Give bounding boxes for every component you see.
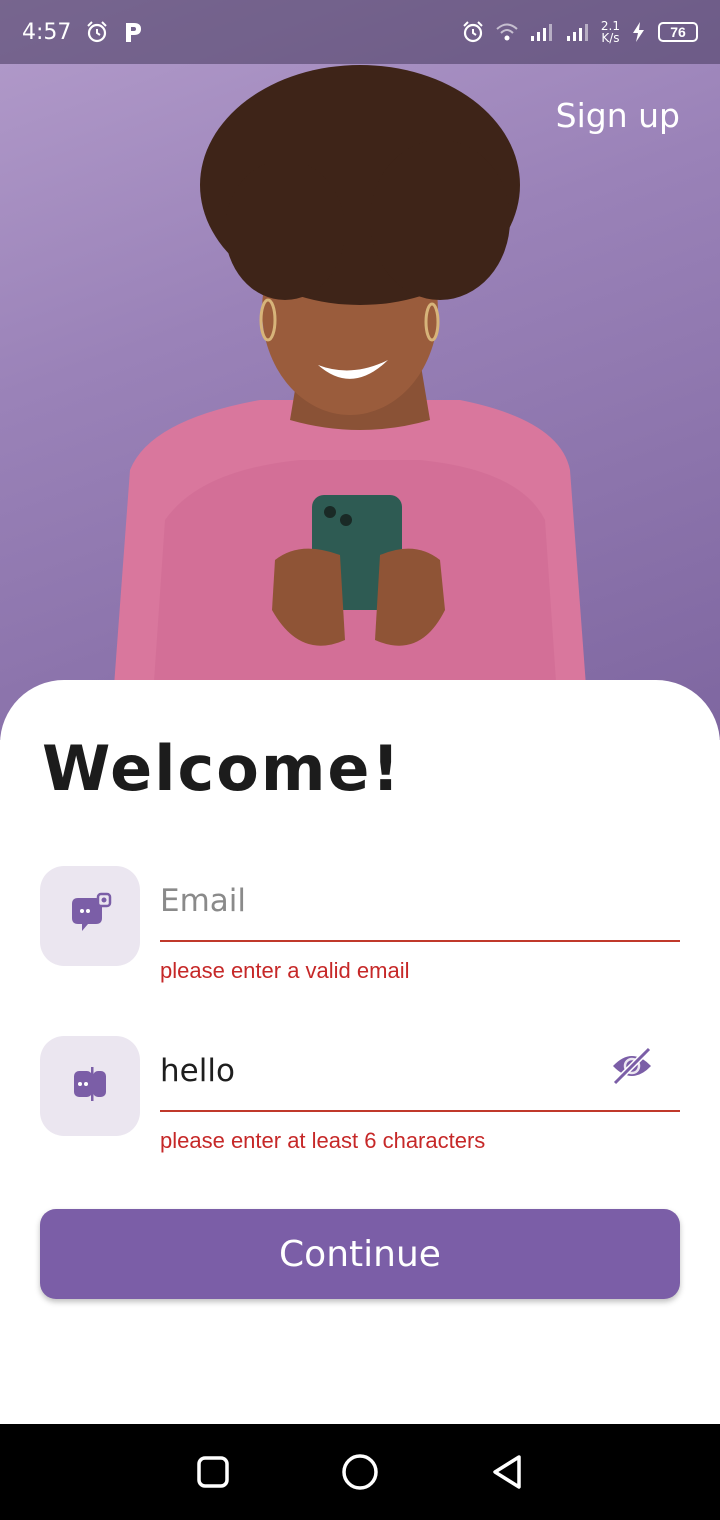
parking-app-icon	[123, 21, 143, 43]
wifi-icon	[495, 22, 519, 42]
signal-icon	[529, 22, 555, 42]
recent-apps-button[interactable]	[196, 1455, 230, 1489]
square-icon	[196, 1456, 229, 1488]
alarm-icon	[461, 20, 485, 44]
email-error: please enter a valid email	[160, 958, 410, 983]
continue-button[interactable]: Continue	[40, 1209, 680, 1299]
alarm-icon	[85, 20, 109, 44]
email-icon-tile	[40, 866, 140, 966]
signal-icon	[565, 22, 591, 42]
eye-off-icon[interactable]	[610, 1044, 654, 1093]
signup-link[interactable]: Sign up	[556, 96, 680, 135]
network-speed-unit: K/s	[601, 31, 620, 45]
back-button[interactable]	[490, 1454, 524, 1490]
battery-level: 76	[658, 22, 698, 42]
status-time: 4:57	[22, 19, 72, 45]
status-bar: 4:57 2.1 K/s 76	[0, 0, 720, 64]
password-field[interactable]	[160, 1036, 680, 1112]
password-lock-icon	[68, 1062, 112, 1111]
charging-icon	[630, 21, 648, 43]
email-field[interactable]	[160, 866, 680, 942]
password-input[interactable]	[160, 1036, 680, 1106]
password-error: please enter at least 6 characters	[160, 1128, 486, 1153]
circle-icon	[342, 1454, 378, 1490]
network-speed: 2.1 K/s	[601, 20, 620, 44]
home-button[interactable]	[341, 1453, 379, 1491]
email-input[interactable]	[160, 866, 680, 936]
back-triangle-icon	[493, 1455, 522, 1489]
chat-notification-icon	[68, 892, 112, 941]
navigation-bar	[0, 1424, 720, 1520]
password-icon-tile	[40, 1036, 140, 1136]
page-title: Welcome!	[42, 732, 402, 805]
